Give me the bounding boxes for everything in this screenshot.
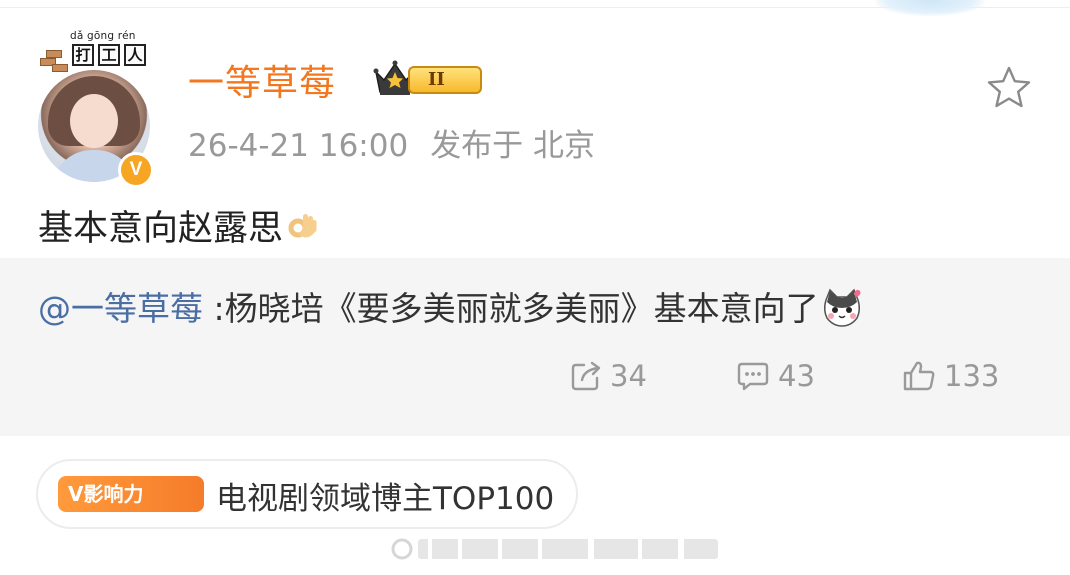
watermark-decoration	[391, 538, 718, 560]
like-icon	[903, 361, 935, 391]
verified-icon: V	[118, 152, 154, 188]
repost-card[interactable]: @一等草莓 :杨晓培《要多美丽就多美丽》基本意向了 34 43 133	[0, 258, 1070, 436]
repost-mention[interactable]: @一等草莓	[38, 289, 203, 328]
avatar-pendant-char: 人	[124, 44, 146, 66]
share-count: 34	[610, 359, 647, 393]
post-location: 发布于 北京	[430, 128, 596, 164]
star-icon[interactable]	[984, 64, 1034, 112]
post-meta: 26-4-21 16:00 发布于 北京	[188, 120, 595, 165]
influence-label: 电视剧领域博主TOP100	[216, 481, 555, 517]
avatar-pendant-char: 打	[72, 44, 94, 66]
avatar-pendant-pinyin: dǎ gōng rén	[70, 30, 136, 42]
comment-button[interactable]: 43	[736, 356, 815, 396]
like-button[interactable]: 133	[902, 356, 999, 396]
share-button[interactable]: 34	[570, 356, 647, 396]
top-decoration	[875, 0, 985, 16]
repost-content: @一等草莓 :杨晓培《要多美丽就多美丽》基本意向了	[38, 282, 863, 330]
cat-face-icon	[823, 288, 861, 327]
like-count: 133	[944, 359, 1000, 393]
user-avatar-block[interactable]: dǎ gōng rén 打 工 人 V	[38, 30, 158, 188]
comment-count: 43	[778, 359, 815, 393]
post-content: 基本意向赵露思	[38, 200, 319, 251]
member-badge[interactable]: II	[372, 60, 484, 98]
ok-hand-icon	[288, 214, 317, 238]
influence-chip: V影响力	[58, 476, 204, 512]
brick-decoration	[52, 64, 68, 72]
influence-badge[interactable]: V影响力 电视剧领域博主TOP100	[36, 459, 578, 529]
share-icon	[571, 361, 601, 391]
comment-icon	[737, 362, 769, 391]
member-level: II	[408, 66, 482, 94]
username[interactable]: 一等草莓	[188, 54, 336, 106]
brick-decoration	[46, 50, 62, 58]
repost-text: :杨晓培《要多美丽就多美丽》基本意向了	[203, 289, 819, 328]
post-text: 基本意向赵露思	[38, 209, 284, 249]
avatar-face	[70, 94, 118, 148]
avatar-pendant: dǎ gōng rén 打 工 人	[38, 30, 158, 72]
avatar-pendant-char: 工	[98, 44, 120, 66]
post-time: 26-4-21 16:00	[188, 128, 409, 164]
